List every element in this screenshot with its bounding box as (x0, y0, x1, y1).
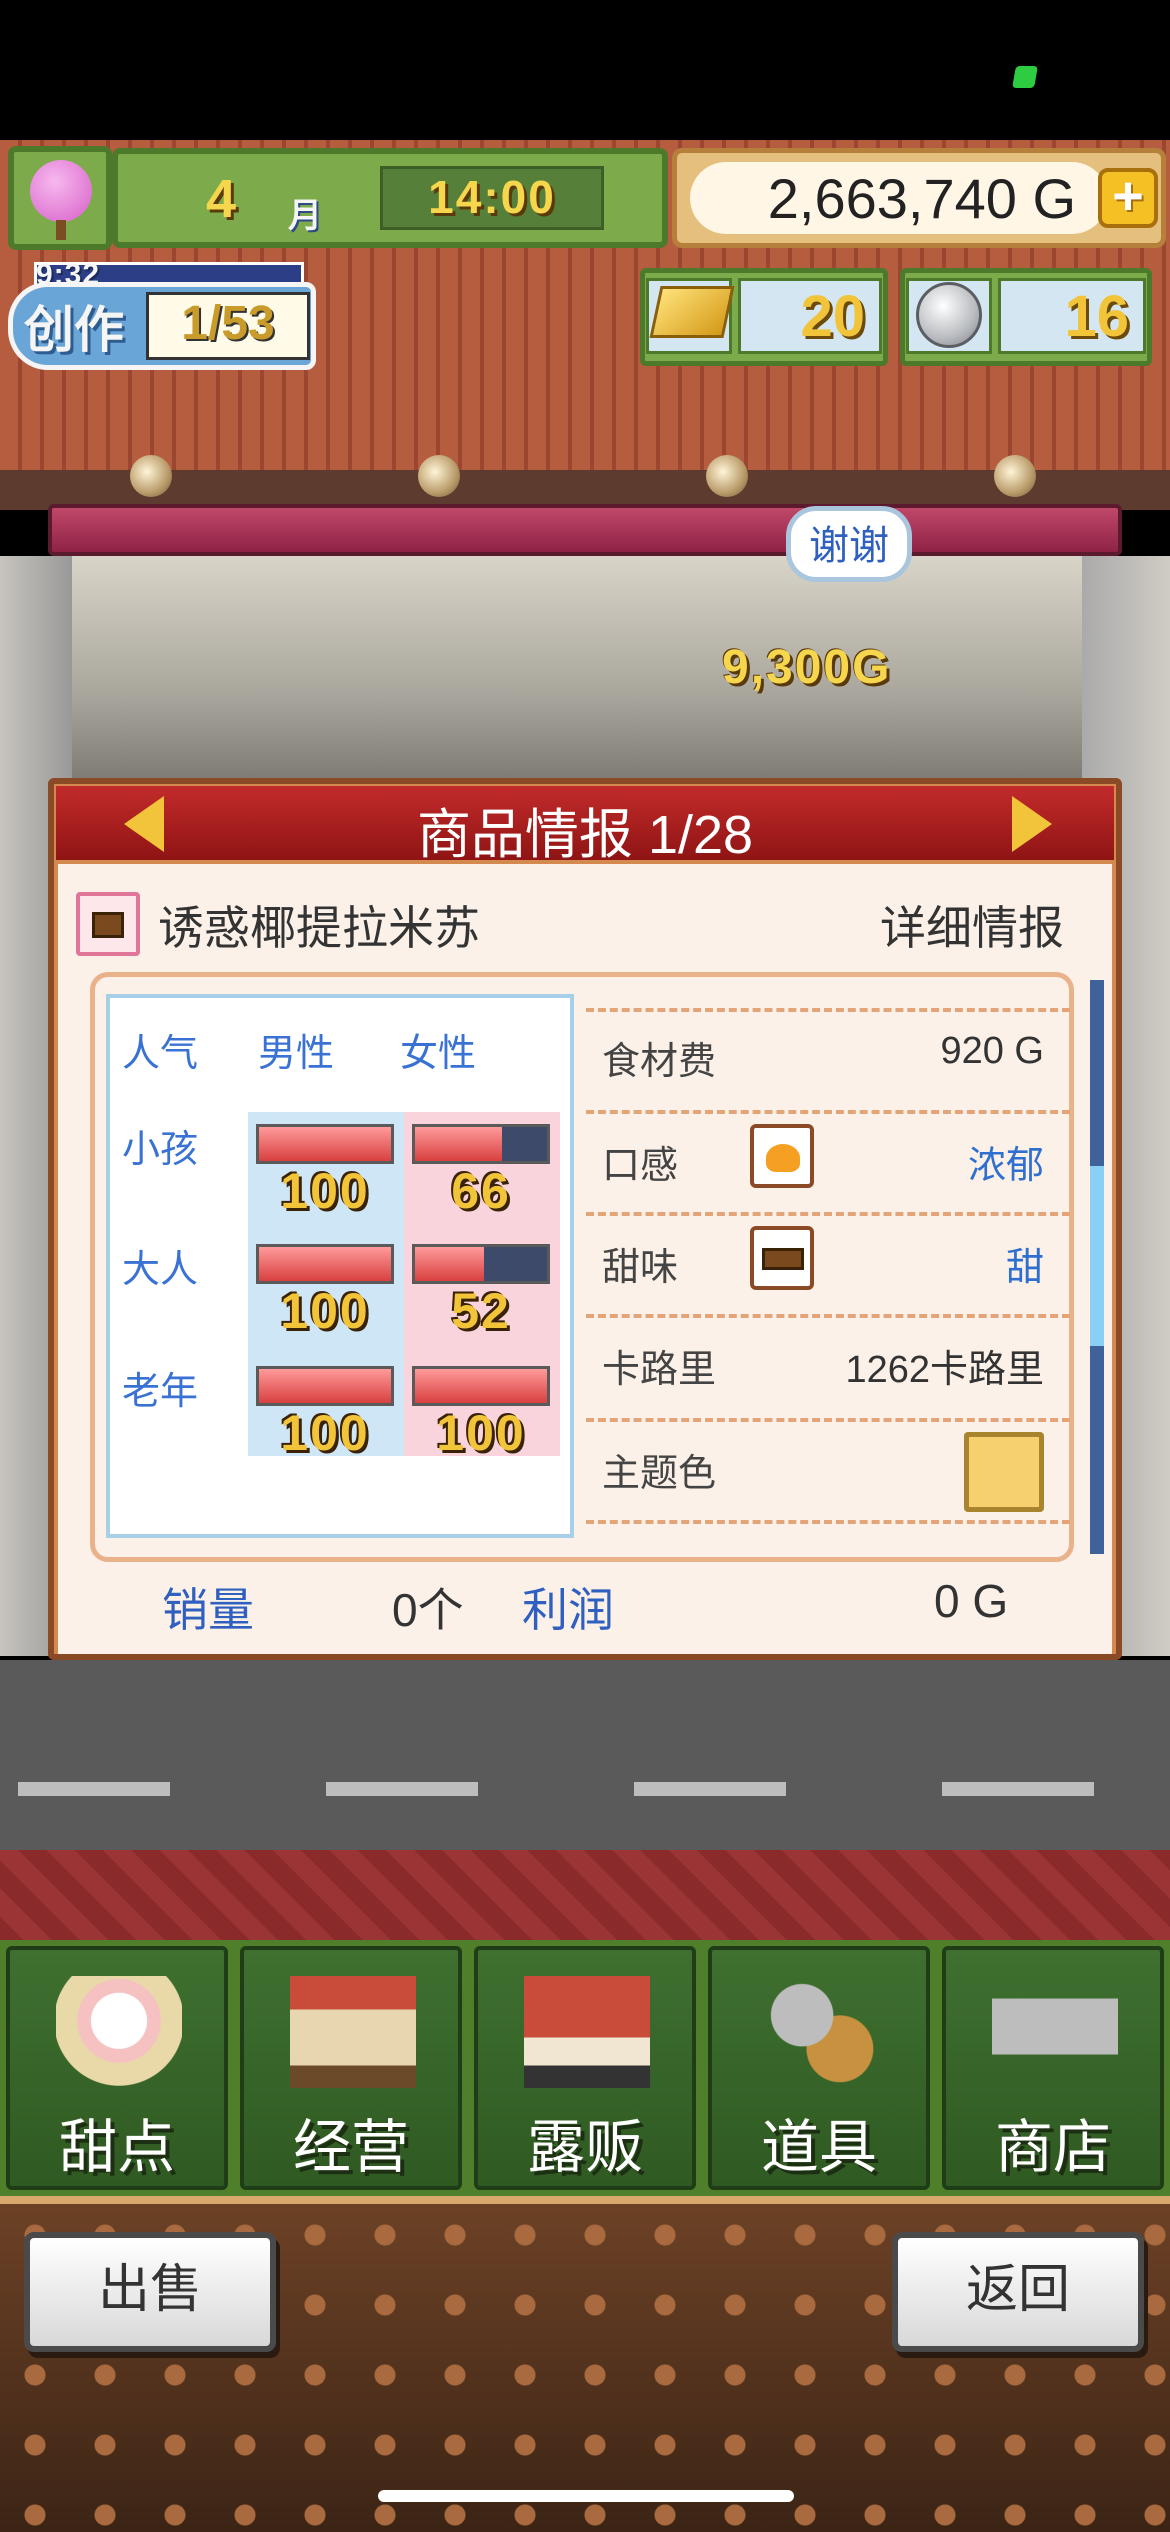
money-amount: 2,663,740 G (767, 167, 1076, 230)
lamp-icon (994, 455, 1036, 497)
scrollbar-thumb[interactable] (1090, 1166, 1104, 1346)
sell-button[interactable]: 出售 (24, 2232, 276, 2352)
month-unit: 月 (288, 197, 322, 235)
medal-count: 16 (998, 278, 1146, 354)
tree-icon[interactable] (8, 146, 112, 250)
sweetness-value: 甜 (1005, 1247, 1044, 1289)
female-header: 女性 (400, 1033, 477, 1075)
create-label: 创作 (24, 302, 124, 358)
female-popularity-value: 100 (436, 1405, 526, 1461)
lane-marking (326, 1782, 478, 1796)
sales-value: 0个 (392, 1584, 464, 1636)
male-popularity-meter (256, 1244, 394, 1284)
prev-product-button[interactable] (124, 796, 164, 852)
shop-interior[interactable] (72, 556, 1082, 786)
male-popularity-value: 100 (280, 1405, 370, 1461)
female-popularity-value: 52 (451, 1283, 511, 1339)
privacy-indicator-icon (1012, 66, 1038, 88)
lamp-icon (418, 455, 460, 497)
menu-label: 甜点 (58, 2115, 175, 2180)
male-popularity-value: 100 (280, 1163, 370, 1219)
theme-color-swatch (964, 1432, 1044, 1512)
divider (586, 1520, 1070, 1524)
texture-label: 口感 (602, 1145, 679, 1187)
row-label-adult: 大人 (122, 1249, 199, 1291)
menu-label: 经营 (292, 2115, 409, 2180)
gear-bag-icon (758, 1976, 884, 2088)
add-money-button[interactable]: + (1098, 168, 1158, 228)
menu-button-0[interactable]: 甜点 (6, 1946, 228, 2190)
texture-value: 浓郁 (967, 1145, 1044, 1187)
female-popularity-value: 66 (451, 1163, 511, 1219)
theme-color-label: 主题色 (602, 1453, 717, 1495)
thanks-speech-bubble: 谢谢 (786, 506, 912, 582)
lane-marking (18, 1782, 170, 1796)
profit-label: 利润 (522, 1584, 614, 1636)
gold-bar-icon (649, 286, 735, 338)
silver-medal-icon (916, 282, 982, 348)
lamp-icon (706, 455, 748, 497)
menu-button-1[interactable]: 经营 (240, 1946, 462, 2190)
product-name: 诱惑椰提拉米苏 (158, 902, 480, 954)
gold-count: 20 (738, 278, 882, 354)
divider (586, 1314, 1070, 1318)
female-popularity-meter (412, 1124, 550, 1164)
sweetness-label: 甜味 (602, 1247, 679, 1289)
detail-info-link[interactable]: 详细情报 (880, 892, 1064, 958)
female-popularity-meter (412, 1244, 550, 1284)
lane-marking (634, 1782, 786, 1796)
status-bar (0, 0, 1170, 140)
male-popularity-value: 100 (280, 1283, 370, 1339)
female-popularity-meter (412, 1366, 550, 1406)
calories-value: 1262卡路里 (845, 1349, 1044, 1391)
shop-awning (48, 504, 1122, 556)
clock-time: 14:00 (428, 171, 556, 223)
product-icon (76, 892, 140, 956)
male-popularity-meter (256, 1366, 394, 1406)
street (0, 1660, 1170, 1850)
cart-icon (992, 1976, 1118, 2088)
create-count: 1/53 (181, 297, 275, 350)
lamp-icon (130, 455, 172, 497)
shop-icon (290, 1976, 416, 2088)
profit-value: 0 G (934, 1575, 1009, 1627)
male-popularity-meter (256, 1124, 394, 1164)
dialog-title: 商品情报 1/28 (416, 805, 754, 865)
menu-label: 道具 (760, 2115, 877, 2180)
menu-label: 露贩 (526, 2115, 643, 2180)
sales-label: 销量 (162, 1584, 254, 1636)
cake-icon (56, 1976, 182, 2088)
menu-label: 商店 (994, 2115, 1111, 2180)
next-product-button[interactable] (1012, 796, 1052, 852)
floating-money-text: 9,300G (722, 641, 892, 694)
month-number: 4 (205, 169, 237, 229)
row-label-child: 小孩 (122, 1129, 199, 1171)
back-button[interactable]: 返回 (892, 2232, 1144, 2352)
male-header: 男性 (258, 1033, 335, 1075)
divider (586, 1418, 1070, 1422)
ingredient-cost-label: 食材费 (602, 1041, 717, 1083)
bottom-rim (0, 2196, 1170, 2204)
decorative-band (0, 1850, 1170, 1945)
popularity-header: 人气 (122, 1033, 199, 1075)
ingredient-cost-value: 920 G (940, 1030, 1044, 1072)
divider (586, 1008, 1070, 1012)
divider (586, 1212, 1070, 1216)
home-indicator[interactable] (378, 2490, 794, 2502)
menu-button-4[interactable]: 商店 (942, 1946, 1164, 2190)
row-label-senior: 老年 (122, 1371, 199, 1413)
menu-button-3[interactable]: 道具 (708, 1946, 930, 2190)
menu-button-2[interactable]: 露贩 (474, 1946, 696, 2190)
divider (586, 1110, 1070, 1114)
calories-label: 卡路里 (602, 1349, 717, 1391)
lane-marking (942, 1782, 1094, 1796)
food-truck-icon (524, 1976, 650, 2088)
